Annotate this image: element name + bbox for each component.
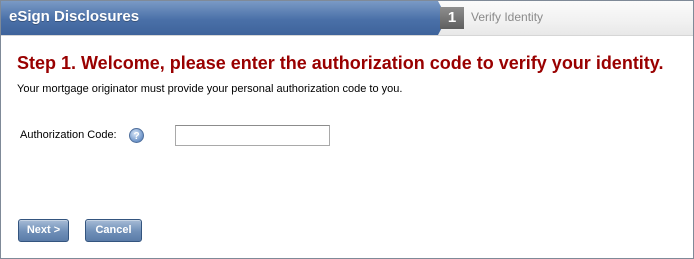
esign-window: eSign Disclosures 1 Verify Identity Step… <box>0 0 694 259</box>
help-question-icon[interactable]: ? <box>129 128 144 143</box>
auth-code-input[interactable] <box>175 125 330 146</box>
cancel-button[interactable]: Cancel <box>85 219 142 242</box>
step-label: Verify Identity <box>471 10 544 24</box>
auth-code-label: Authorization Code: <box>20 129 117 141</box>
instruction-text: Your mortgage originator must provide yo… <box>17 83 403 95</box>
step-number-badge: 1 <box>440 7 464 29</box>
page-title: eSign Disclosures <box>9 8 140 25</box>
step-heading: Step 1. Welcome, please enter the author… <box>17 53 664 73</box>
title-bar: eSign Disclosures <box>1 1 447 35</box>
next-button[interactable]: Next > <box>18 219 69 242</box>
header-bar: eSign Disclosures 1 Verify Identity <box>1 1 693 36</box>
